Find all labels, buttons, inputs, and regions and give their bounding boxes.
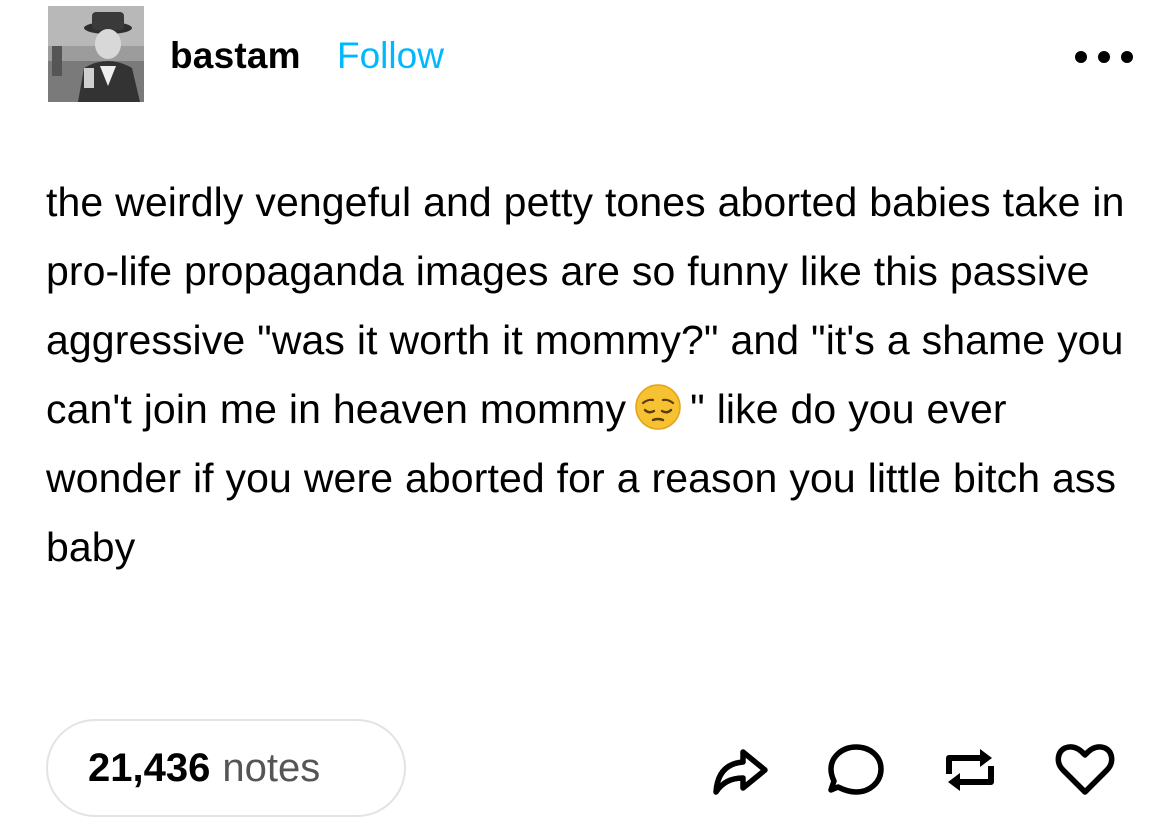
follow-button[interactable]: Follow xyxy=(337,34,444,78)
reblog-button[interactable] xyxy=(940,740,1000,800)
reply-button[interactable] xyxy=(826,740,886,800)
pensive-face-emoji xyxy=(626,383,690,431)
notes-button[interactable]: 21,436 notes xyxy=(46,719,406,817)
like-icon xyxy=(1055,744,1115,795)
notes-count: 21,436 xyxy=(88,745,211,790)
share-icon xyxy=(713,749,768,795)
share-button[interactable] xyxy=(710,740,770,800)
notes-label: notes xyxy=(222,745,321,790)
avatar-photo xyxy=(48,6,144,102)
username[interactable]: bastam xyxy=(170,34,301,78)
more-horizontal-icon xyxy=(1075,51,1133,63)
reblog-icon xyxy=(946,749,994,791)
like-button[interactable] xyxy=(1055,740,1115,800)
reply-icon xyxy=(828,744,884,795)
more-options-button[interactable] xyxy=(1073,48,1135,66)
post-body: the weirdly vengeful and petty tones abo… xyxy=(46,168,1136,582)
avatar[interactable] xyxy=(48,6,144,102)
